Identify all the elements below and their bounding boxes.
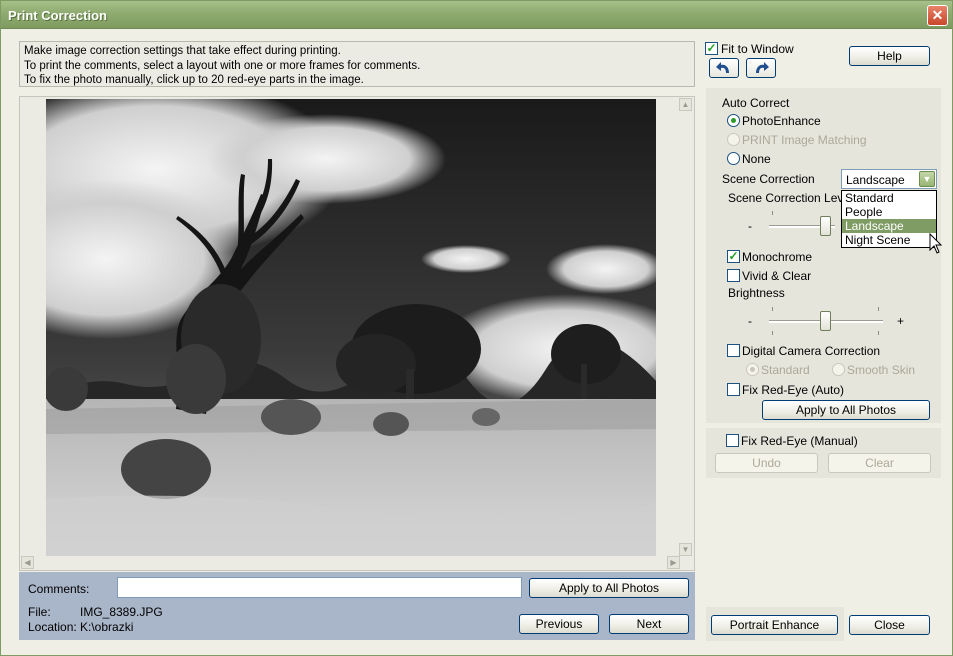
- slider-tick: [772, 211, 773, 215]
- vivid-clear-checkbox[interactable]: [727, 269, 740, 282]
- fit-to-window-label: Fit to Window: [721, 42, 794, 56]
- scroll-up-icon[interactable]: ▲: [679, 98, 692, 111]
- scene-level-slider-thumb[interactable]: [820, 216, 831, 236]
- scene-correction-value: Landscape: [846, 173, 905, 187]
- scene-level-label: Scene Correction Leve: [728, 191, 851, 205]
- rotate-right-button[interactable]: [746, 58, 776, 78]
- fix-redeye-manual-checkbox[interactable]: [726, 434, 739, 447]
- scene-option-people[interactable]: People: [842, 205, 936, 219]
- rotate-left-button[interactable]: [709, 58, 739, 78]
- photoenhance-label: PhotoEnhance: [742, 114, 821, 128]
- digital-camera-label: Digital Camera Correction: [742, 344, 881, 358]
- fit-to-window-checkbox[interactable]: ✓: [705, 42, 718, 55]
- rotate-left-icon: [716, 62, 729, 73]
- print-correction-window: Print Correction ✕ Make image correction…: [0, 0, 953, 656]
- monochrome-checkbox[interactable]: ✓: [727, 250, 740, 263]
- slider-tick: [878, 331, 879, 335]
- dc-smooth-skin-radio: [832, 363, 845, 376]
- comments-label: Comments:: [28, 582, 90, 596]
- slider-tick: [772, 307, 773, 311]
- instructions-box: Make image correction settings that take…: [19, 41, 695, 87]
- fix-redeye-auto-checkbox[interactable]: [727, 383, 740, 396]
- title-bar[interactable]: Print Correction ✕: [1, 1, 952, 29]
- instruction-line: To fix the photo manually, click up to 2…: [24, 74, 364, 86]
- photoenhance-radio[interactable]: [727, 114, 740, 127]
- previous-button[interactable]: Previous: [519, 614, 599, 634]
- mouse-cursor-icon: [929, 233, 943, 254]
- auto-correct-heading: Auto Correct: [722, 96, 790, 110]
- print-image-matching-radio: [727, 133, 740, 146]
- scene-level-minus: -: [748, 219, 752, 233]
- horizontal-scrollbar[interactable]: ◀ ▶: [21, 556, 680, 569]
- vivid-clear-label: Vivid & Clear: [742, 269, 812, 283]
- file-name: IMG_8389.JPG: [80, 605, 163, 619]
- brightness-label: Brightness: [728, 286, 785, 300]
- photo-preview[interactable]: [46, 99, 656, 556]
- brightness-plus: +: [897, 314, 905, 328]
- scene-option-landscape[interactable]: Landscape: [842, 219, 936, 233]
- scene-correction-options[interactable]: Standard People Landscape Night Scene: [841, 190, 937, 248]
- scene-correction-select[interactable]: Landscape ▼: [841, 169, 937, 189]
- instruction-line: To print the comments, select a layout w…: [24, 59, 421, 72]
- photo-info-panel: Comments: Apply to All Photos File: IMG_…: [19, 572, 695, 640]
- help-button[interactable]: Help: [849, 46, 930, 66]
- clear-button[interactable]: Clear: [828, 453, 931, 473]
- window-title: Print Correction: [8, 8, 107, 23]
- slider-tick: [878, 307, 879, 311]
- scroll-left-icon[interactable]: ◀: [21, 556, 34, 569]
- close-button[interactable]: Close: [849, 615, 930, 635]
- brightness-minus: -: [748, 314, 752, 328]
- rotate-right-icon: [756, 62, 769, 73]
- window-close-icon[interactable]: ✕: [927, 5, 948, 26]
- scene-option-standard[interactable]: Standard: [842, 191, 936, 205]
- next-button[interactable]: Next: [609, 614, 689, 634]
- monochrome-label: Monochrome: [742, 250, 813, 264]
- instruction-line: Make image correction settings that take…: [24, 45, 341, 57]
- comments-input[interactable]: [117, 577, 522, 598]
- fix-redeye-manual-label: Fix Red-Eye (Manual): [741, 434, 858, 448]
- apply-settings-all-button[interactable]: Apply to All Photos: [762, 400, 930, 420]
- brightness-slider-thumb[interactable]: [820, 311, 831, 331]
- dc-standard-radio: [746, 363, 759, 376]
- location-label: Location:: [28, 620, 77, 634]
- dc-standard-label: Standard: [761, 363, 810, 377]
- digital-camera-checkbox[interactable]: [727, 344, 740, 357]
- image-preview-frame: ▲ ▼ ◀ ▶: [19, 96, 695, 571]
- none-radio[interactable]: [727, 152, 740, 165]
- print-image-matching-label: PRINT Image Matching: [742, 133, 867, 147]
- scroll-right-icon[interactable]: ▶: [667, 556, 680, 569]
- slider-tick: [772, 331, 773, 335]
- location-path: K:\obrazki: [80, 620, 134, 634]
- portrait-enhance-button[interactable]: Portrait Enhance: [711, 615, 838, 635]
- undo-button[interactable]: Undo: [715, 453, 818, 473]
- file-label: File:: [28, 605, 51, 619]
- chevron-down-icon[interactable]: ▼: [919, 171, 935, 187]
- none-label: None: [742, 152, 771, 166]
- apply-comments-all-button[interactable]: Apply to All Photos: [529, 578, 689, 598]
- vertical-scrollbar[interactable]: ▲ ▼: [679, 98, 693, 556]
- scene-option-night-scene[interactable]: Night Scene: [842, 233, 936, 247]
- fix-redeye-auto-label: Fix Red-Eye (Auto): [742, 383, 845, 397]
- scroll-down-icon[interactable]: ▼: [679, 543, 692, 556]
- dc-smooth-skin-label: Smooth Skin: [847, 363, 916, 377]
- scene-correction-label: Scene Correction: [722, 172, 815, 186]
